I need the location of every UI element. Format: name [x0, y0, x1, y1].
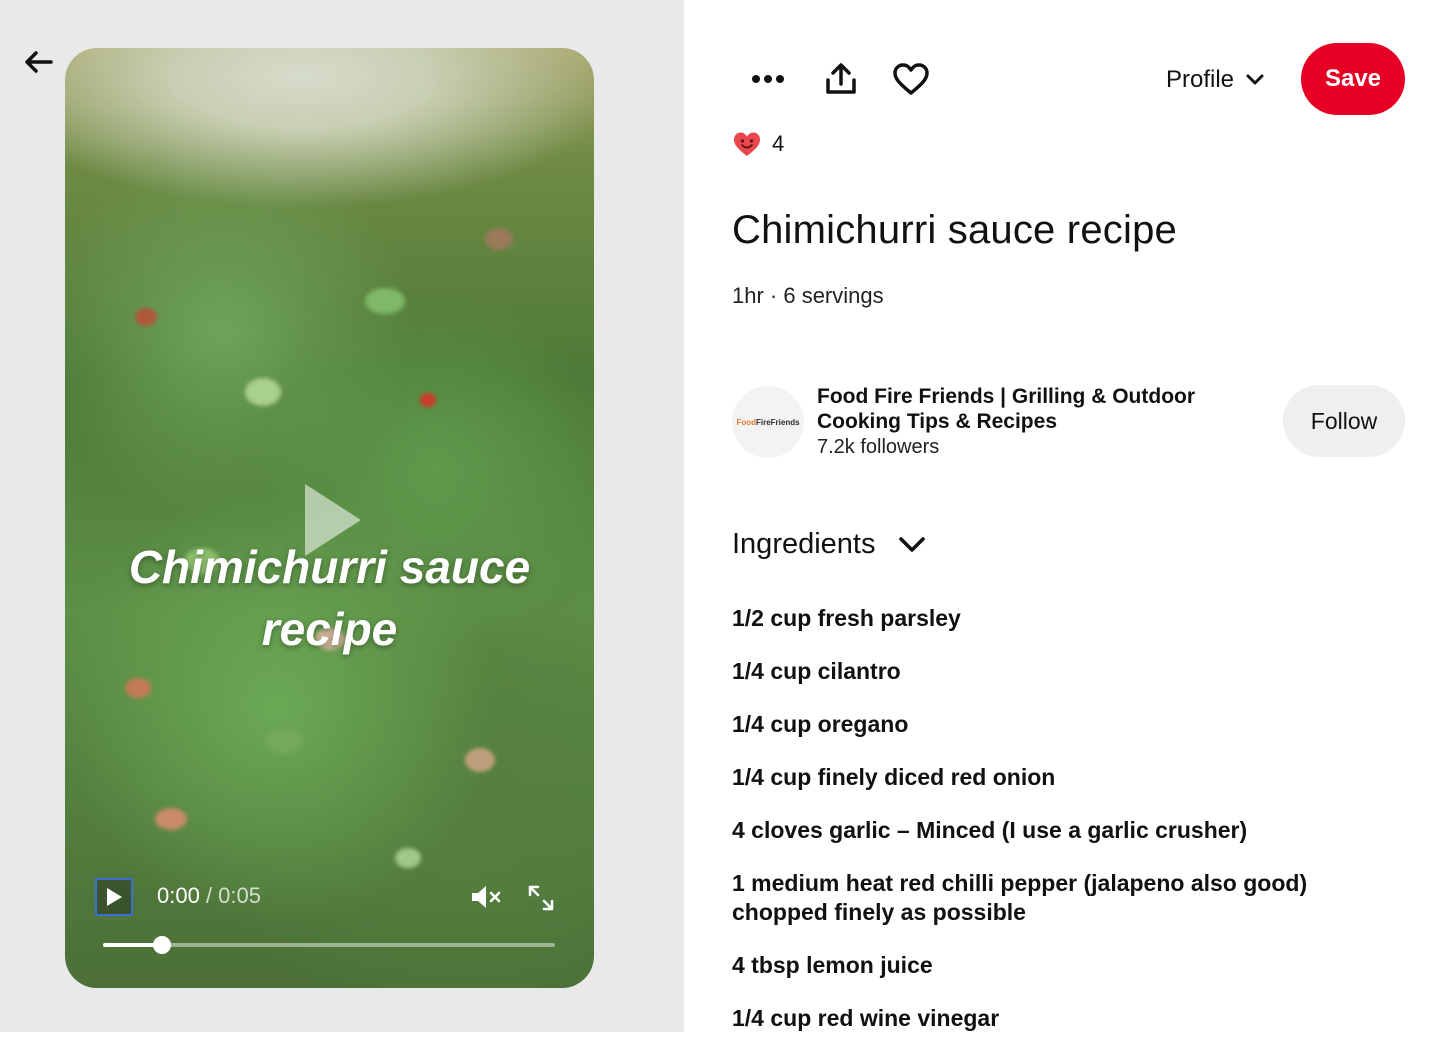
list-item: 4 cloves garlic – Minced (I use a garlic… — [732, 817, 1248, 843]
food-speck — [155, 808, 187, 830]
list-item: 1/4 cup finely diced red onion — [732, 764, 1056, 790]
avatar-text: FireFriends — [755, 417, 800, 427]
food-speck — [125, 678, 151, 698]
chevron-down-icon — [1246, 74, 1264, 85]
progress-knob[interactable] — [152, 936, 171, 954]
back-arrow-icon — [25, 51, 53, 73]
reaction-count: 4 — [772, 131, 785, 156]
food-speck — [365, 288, 405, 314]
list-item: 1/4 cup red wine vinegar — [732, 1005, 1000, 1031]
reactions[interactable]: 4 — [732, 130, 784, 158]
follow-button[interactable]: Follow — [1283, 385, 1405, 457]
pin-details: Profile Save 4 Chimichurri sauce recipe … — [684, 0, 1440, 1032]
food-speck — [265, 728, 303, 754]
list-item: 1/4 cup oregano — [732, 711, 909, 737]
duration: 0:05 — [218, 883, 261, 908]
ingredients-heading: Ingredients — [732, 528, 876, 560]
heart-icon — [893, 63, 929, 95]
food-speck — [420, 393, 436, 407]
ingredients-toggle[interactable]: Ingredients — [732, 528, 926, 561]
food-speck — [245, 378, 281, 406]
avatar-text: Food — [736, 417, 756, 427]
save-button[interactable]: Save — [1301, 43, 1405, 115]
video-title: Chimichurri sauce recipe — [65, 536, 594, 660]
ingredient-list: 1/2 cup fresh parsley 1/4 cup cilantro 1… — [732, 604, 1372, 1057]
video-player[interactable]: Chimichurri sauce recipe 0:00 / 0:05 — [65, 48, 594, 988]
current-time: 0:00 — [157, 883, 200, 908]
share-icon — [826, 63, 856, 94]
follower-count: 7.2k followers — [817, 436, 940, 458]
mute-icon — [472, 886, 501, 908]
more-options-button[interactable] — [744, 55, 792, 103]
share-button[interactable] — [817, 55, 865, 103]
back-button[interactable] — [18, 42, 58, 82]
food-speck — [465, 748, 495, 772]
avatar[interactable]: Food FireFriends — [732, 386, 804, 458]
fullscreen-button[interactable] — [525, 882, 557, 914]
creator-name[interactable]: Food Fire Friends | Grilling & Outdoor C… — [817, 384, 1237, 434]
time-readout: 0:00 / 0:05 — [157, 883, 261, 909]
profile-dropdown[interactable]: Profile — [1166, 60, 1264, 100]
list-item: 1/4 cup cilantro — [732, 658, 901, 684]
food-speck — [135, 308, 157, 326]
list-item: 1/2 cup fresh parsley — [732, 605, 961, 631]
video-title-line: Chimichurri sauce — [128, 541, 531, 593]
heart-reaction-icon — [734, 132, 760, 156]
food-speck — [395, 848, 421, 868]
time-separator: / — [199, 883, 219, 908]
like-button[interactable] — [887, 55, 935, 103]
mute-button[interactable] — [469, 882, 503, 912]
list-item: 1 medium heat red chilli pepper (jalapen… — [732, 870, 1308, 925]
progress-bar[interactable] — [103, 936, 555, 954]
pin-title: Chimichurri sauce recipe — [732, 208, 1177, 252]
chevron-down-icon — [898, 536, 925, 552]
food-speck — [485, 228, 513, 250]
media-pane: Chimichurri sauce recipe 0:00 / 0:05 — [0, 0, 684, 1032]
play-icon — [107, 888, 122, 906]
video-title-line: recipe — [261, 603, 398, 655]
expand-icon — [528, 885, 554, 911]
creator-card: Food FireFriends Food Fire Friends | Gril… — [732, 384, 1405, 460]
profile-label: Profile — [1166, 66, 1235, 93]
list-item: 4 tbsp lemon juice — [732, 952, 933, 978]
more-icon — [752, 75, 784, 83]
recipe-meta: 1hr · 6 servings — [732, 283, 884, 308]
play-button[interactable] — [95, 878, 133, 916]
